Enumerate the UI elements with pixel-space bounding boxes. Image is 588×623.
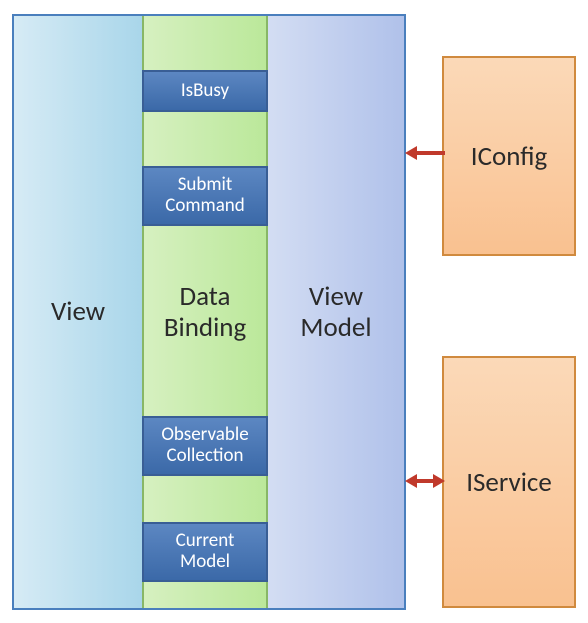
property-label: CurrentModel — [176, 531, 235, 573]
property-label: ObservableCollection — [161, 425, 248, 467]
arrow-head-left-icon — [405, 474, 417, 488]
arrow-head-left-icon — [405, 146, 417, 160]
arrow-service — [405, 474, 445, 488]
property-label: SubmitCommand — [165, 175, 245, 217]
property-isbusy: IsBusy — [142, 70, 268, 112]
arrow-shaft — [417, 151, 445, 155]
iservice-box: IService — [442, 356, 576, 608]
viewmodel-column: ViewModel — [268, 16, 404, 608]
data-binding-column: DataBinding IsBusy SubmitCommand Observa… — [142, 16, 268, 608]
iconfig-box: IConfig — [442, 56, 576, 256]
viewmodel-label: ViewModel — [300, 281, 371, 343]
view-column: View — [14, 16, 142, 608]
property-observable-collection: ObservableCollection — [142, 416, 268, 476]
iservice-label: IService — [466, 466, 552, 499]
binding-label: DataBinding — [164, 281, 246, 343]
arrow-config — [405, 146, 445, 160]
mvvm-container: View DataBinding IsBusy SubmitCommand Ob… — [12, 14, 406, 610]
arrow-head-right-icon — [433, 474, 445, 488]
iconfig-label: IConfig — [471, 140, 547, 173]
property-label: IsBusy — [181, 81, 229, 102]
arrow-shaft — [417, 479, 433, 483]
property-current-model: CurrentModel — [142, 522, 268, 582]
view-label: View — [51, 296, 105, 327]
property-submit-command: SubmitCommand — [142, 166, 268, 226]
